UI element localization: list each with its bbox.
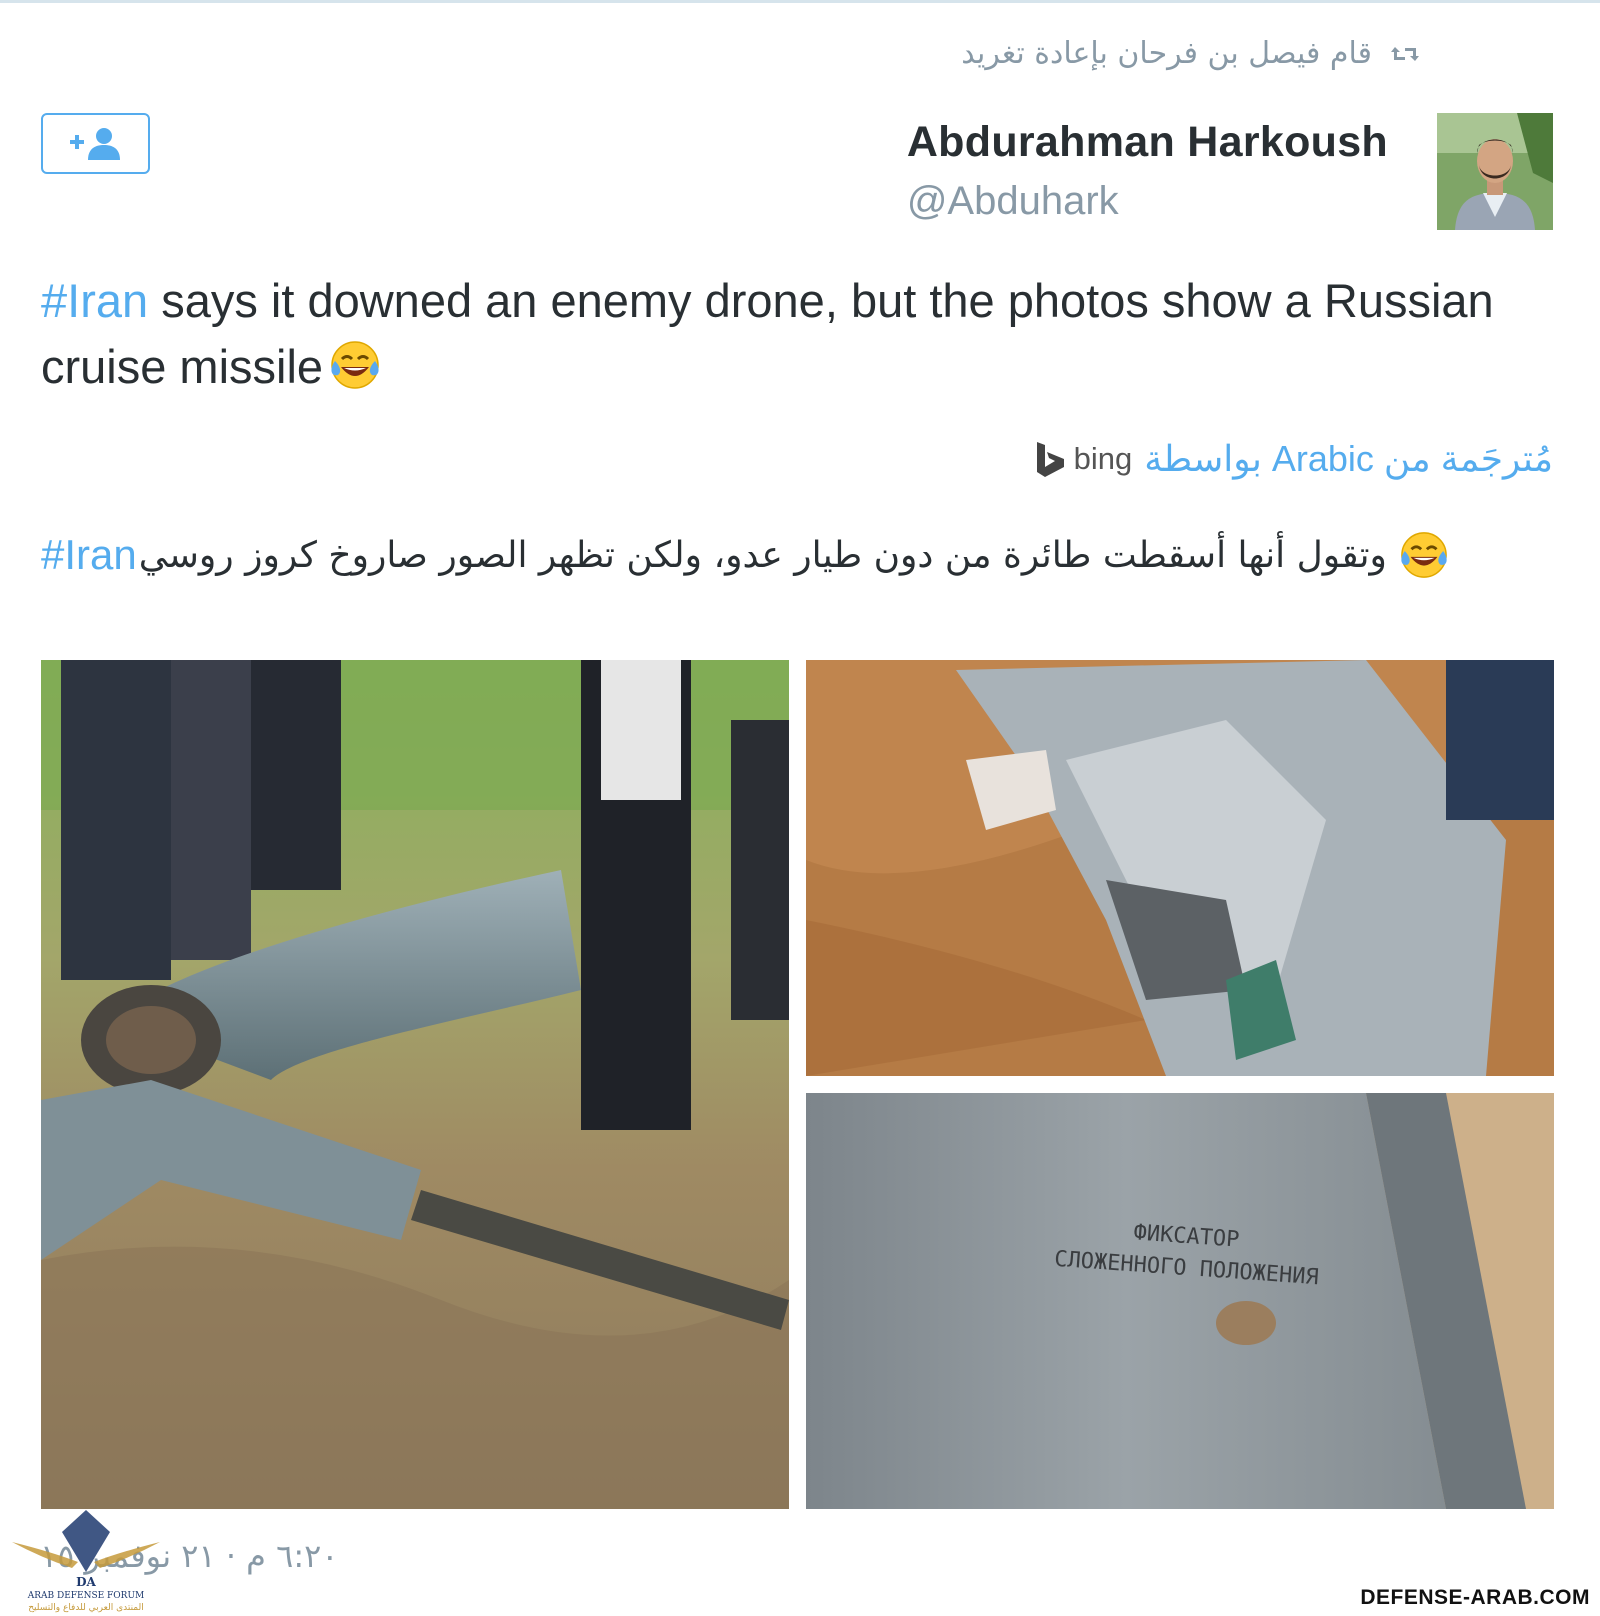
watermark-logo-line-1: ARAB DEFENSE FORUM	[27, 1591, 145, 1601]
author-handle[interactable]: @Abduhark	[907, 179, 1388, 224]
retweet-icon	[1391, 46, 1419, 61]
tweet-photo-field-wreck[interactable]	[41, 660, 789, 1509]
follow-button[interactable]	[41, 113, 150, 174]
watermark-logo-mark: DA	[76, 1575, 96, 1589]
tears-of-joy-emoji	[331, 341, 379, 389]
translation-text: وتقول أنها أسقطت طائرة من دون طيار عدو، …	[138, 534, 1387, 576]
follow-user-icon	[69, 127, 120, 160]
retweet-context-text: قام فيصل بن فرحان بإعادة تغريد	[961, 36, 1372, 71]
avatar[interactable]	[1437, 113, 1553, 230]
photo-field-wreck-image	[41, 660, 789, 1509]
bing-icon	[1036, 442, 1064, 477]
avatar-photo	[1437, 113, 1553, 230]
tweet-photo-dirt-wreck[interactable]	[806, 660, 1554, 1076]
photo-stencil-image: ФИКСАТОР СЛОЖЕННОГО ПОЛОЖЕНИЯ	[806, 1093, 1554, 1509]
tweet-photo-stencil[interactable]: ФИКСАТОР СЛОЖЕННОГО ПОЛОЖЕНИЯ	[806, 1093, 1554, 1509]
author-name[interactable]: Abdurahman Harkoush	[907, 118, 1388, 167]
tweet-text: #Iran says it downed an enemy drone, but…	[41, 268, 1521, 400]
watermark-logo-line-2: المنتدى العربي للدفاع والتسليح	[28, 1603, 143, 1613]
bing-label: bing	[1073, 441, 1133, 476]
top-divider	[0, 0, 1600, 3]
translated-tweet: #Iran وتقول أنها أسقطت طائرة من دون طيار…	[41, 530, 1521, 580]
watermark-site: DEFENSE-ARAB.COM	[1360, 1586, 1590, 1609]
bing-logo: bing	[1034, 440, 1133, 478]
retweet-context[interactable]: قام فيصل بن فرحان بإعادة تغريد	[961, 36, 1420, 71]
translation-hashtag-link[interactable]: #Iran	[41, 531, 137, 579]
photo-dirt-wreck-image	[806, 660, 1554, 1076]
watermark-logo: DA ARAB DEFENSE FORUM المنتدى العربي للد…	[12, 1502, 160, 1614]
translated-from-text[interactable]: مُترجَمة من Arabic بواسطة	[1144, 438, 1553, 480]
tears-of-joy-emoji	[1401, 532, 1447, 578]
tweet-body: says it downed an enemy drone, but the p…	[41, 274, 1494, 393]
tweet-author[interactable]: Abdurahman Harkoush @Abduhark	[907, 118, 1388, 224]
tweet-hashtag-link[interactable]: #Iran	[41, 274, 148, 327]
translation-attribution[interactable]: bing مُترجَمة من Arabic بواسطة	[1034, 438, 1553, 480]
